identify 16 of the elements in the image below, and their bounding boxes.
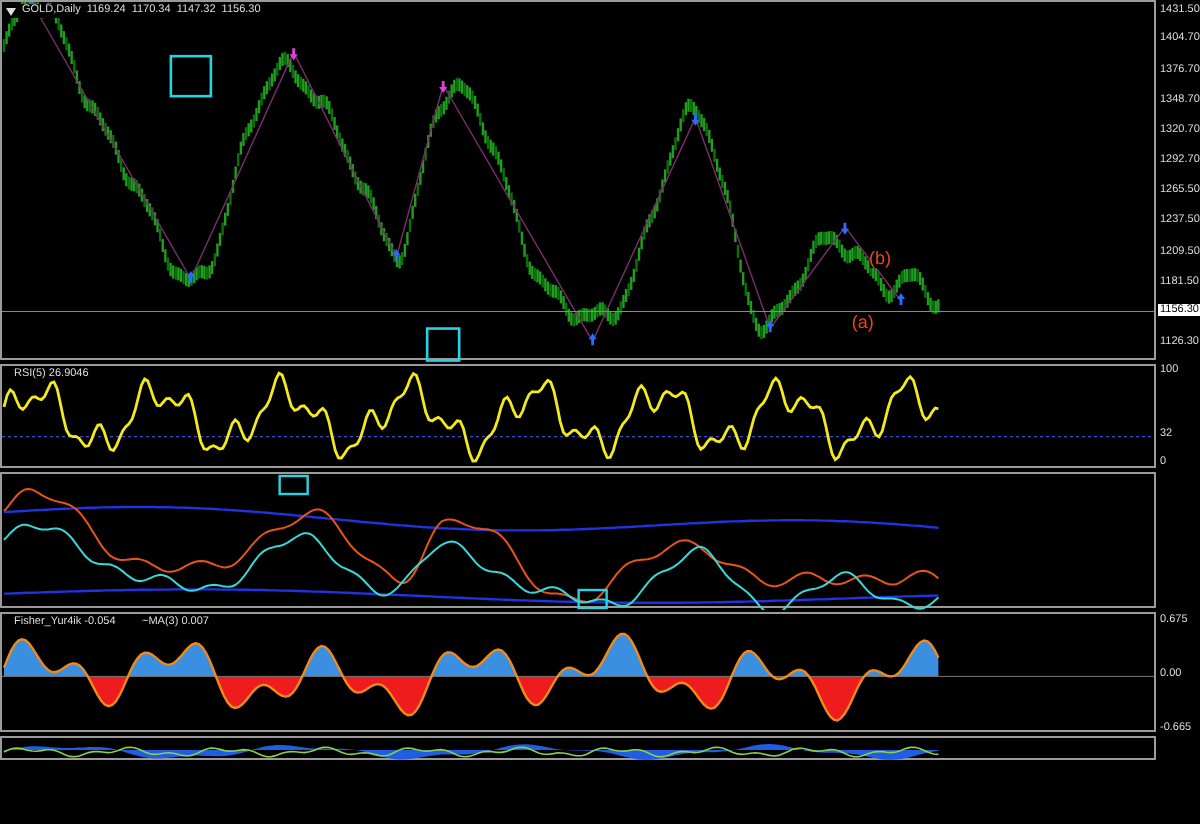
down-arrow-icon (691, 113, 700, 126)
wave-label: (b) (869, 248, 891, 268)
up-arrow-icon (897, 292, 905, 305)
highlight-frame (577, 588, 608, 610)
up-arrow-icon (766, 320, 775, 333)
highlight-frame (169, 54, 213, 98)
dropdown-triangle-icon (6, 7, 16, 15)
highlight-frame (425, 327, 461, 362)
down-arrow-icon (289, 48, 298, 61)
up-arrow-icon (588, 333, 597, 346)
highlight-frame (278, 474, 309, 496)
up-arrow-icon (392, 249, 401, 262)
down-arrow-icon (439, 80, 448, 93)
down-arrow-icon (840, 222, 849, 235)
wave-label: (a) (851, 312, 874, 332)
up-arrow-icon (186, 271, 195, 284)
